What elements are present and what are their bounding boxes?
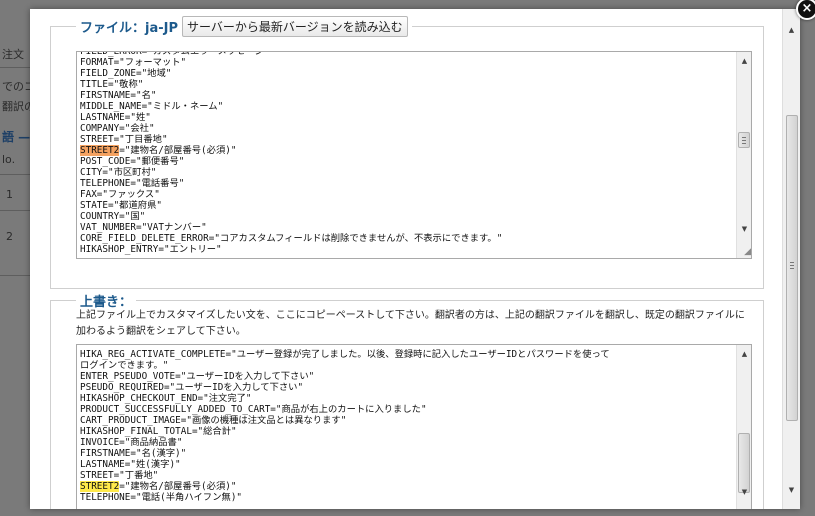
- modal-content: ファイル：ja-JP サーバーから最新バージョンを読み込む FIELD_ERROR…: [30, 9, 782, 509]
- override-content-lines: HIKA_REG_ACTIVATE_COMPLETE="ユーザー登録が完了しまし…: [80, 349, 735, 503]
- code-line: CITY="市区町村": [80, 167, 157, 178]
- override-content-textarea[interactable]: HIKA_REG_ACTIVATE_COMPLETE="ユーザー登録が完了しまし…: [76, 344, 752, 509]
- code-line: CORE_FIELD_DELETE_ERROR="コアカスタムフィールドは削除で…: [80, 233, 503, 244]
- code-line: MIDDLE_NAME="ミドル・ネーム": [80, 101, 224, 112]
- code-line: HIKASHOP_FINAL_TOTAL="総合計": [80, 426, 237, 437]
- code-line: TELEPHONE="電話(半角ハイフン無)": [80, 492, 243, 503]
- code-line: CART_PRODUCT_IMAGE="画像の機種は注文品とは異なります": [80, 415, 347, 426]
- code-line: STATE="都道府県": [80, 200, 162, 211]
- resize-handle-icon[interactable]: ◢: [739, 246, 751, 258]
- code-line: FIRSTNAME="名(漢字)": [80, 448, 187, 459]
- scroll-thumb[interactable]: [786, 115, 798, 421]
- scroll-down-arrow-icon[interactable]: ▼: [737, 222, 751, 236]
- file-content-textarea[interactable]: FIELD_ERROR="カスタムエラーメッセージ" FORMAT="フォーマット…: [76, 51, 752, 259]
- code-line: HIKASHOP_ENTRY="エントリー": [80, 244, 222, 255]
- close-icon[interactable]: ×: [796, 0, 815, 20]
- code-line: FAX="ファックス": [80, 189, 160, 200]
- code-line: HIKASHOP_CHECKOUT_END="注文完了": [80, 393, 252, 404]
- highlighted-key: STREET2: [80, 481, 120, 492]
- code-line: FIRSTNAME="名": [80, 90, 157, 101]
- code-line: TITLE="敬称": [80, 79, 144, 90]
- code-line: VAT_NUMBER="VATナンバー": [80, 222, 207, 233]
- override-content-scrollbar[interactable]: ▲ ▼: [736, 345, 751, 509]
- file-section-legend: ファイル：ja-JP サーバーから最新バージョンを読み込む: [76, 16, 412, 37]
- scroll-thumb[interactable]: [738, 132, 750, 148]
- scroll-up-arrow-icon[interactable]: ▲: [784, 23, 799, 37]
- background-text: 2: [6, 230, 13, 243]
- scroll-thumb[interactable]: [738, 433, 750, 493]
- background-strip: [0, 275, 30, 276]
- scroll-up-arrow-icon[interactable]: ▲: [737, 347, 751, 361]
- file-content-lines: FIELD_ERROR="カスタムエラーメッセージ" FORMAT="フォーマット…: [80, 52, 735, 255]
- file-section-title: ファイル：ja-JP: [80, 21, 178, 36]
- translation-modal: ファイル：ja-JP サーバーから最新バージョンを読み込む FIELD_ERROR…: [30, 9, 800, 509]
- file-content-scrollbar[interactable]: ▲ ▼: [736, 52, 751, 258]
- code-line: PRODUCT_SUCCESSFULLY_ADDED_TO_CART="商品が右…: [80, 404, 427, 415]
- background-heading: 語 —: [2, 130, 31, 144]
- code-line-text: ="建物名/部屋番号(必須)": [119, 481, 237, 492]
- code-line: PSEUDO_REQUIRED="ユーザーIDを入力して下さい": [80, 382, 304, 393]
- override-description: 上記ファイル上でカスタマイズしたい文を、ここにコピーペーストして下さい。翻訳者の…: [76, 310, 745, 337]
- code-line: FIELD_ZONE="地域": [80, 68, 172, 79]
- code-line: LASTNAME="姓(漢字)": [80, 459, 181, 470]
- code-line: STREET="丁目番地": [80, 134, 168, 145]
- code-line: COMPANY="会社": [80, 123, 155, 134]
- code-line: INVOICE="商品納品書": [80, 437, 183, 448]
- code-line: ログインできます。": [80, 360, 169, 371]
- background-text: 注文: [2, 48, 24, 61]
- code-line: LASTNAME="姓": [80, 112, 151, 123]
- background-strip: [0, 210, 30, 211]
- code-line: STREET2="建物名/部屋番号(必須)": [80, 481, 735, 492]
- code-line: COUNTRY="国": [80, 211, 146, 222]
- code-line: FORMAT="フォーマット": [80, 57, 187, 68]
- code-line: POST_CODE="郵便番号": [80, 156, 185, 167]
- scroll-down-arrow-icon[interactable]: ▼: [784, 483, 799, 497]
- scroll-down-arrow-icon[interactable]: ▼: [737, 485, 751, 499]
- code-line-text: ="建物名/部屋番号(必須)": [119, 145, 237, 156]
- code-line: STREET="丁番地": [80, 470, 159, 481]
- modal-scrollbar[interactable]: ▲ ▼: [782, 9, 800, 509]
- code-line: TELEPHONE="電話番号": [80, 178, 185, 189]
- scroll-up-arrow-icon[interactable]: ▲: [737, 54, 751, 68]
- code-line: HIKA_REG_ACTIVATE_COMPLETE="ユーザー登録が完了しまし…: [80, 349, 610, 360]
- background-text: lo.: [2, 153, 16, 166]
- highlighted-key: STREET2: [80, 145, 120, 156]
- background-text: 1: [6, 188, 13, 201]
- load-latest-version-button[interactable]: サーバーから最新バージョンを読み込む: [182, 16, 408, 37]
- code-line: ENTER_PSEUDO_VOTE="ユーザーIDを入力して下さい": [80, 371, 315, 382]
- code-line: STREET2="建物名/部屋番号(必須)": [80, 145, 735, 156]
